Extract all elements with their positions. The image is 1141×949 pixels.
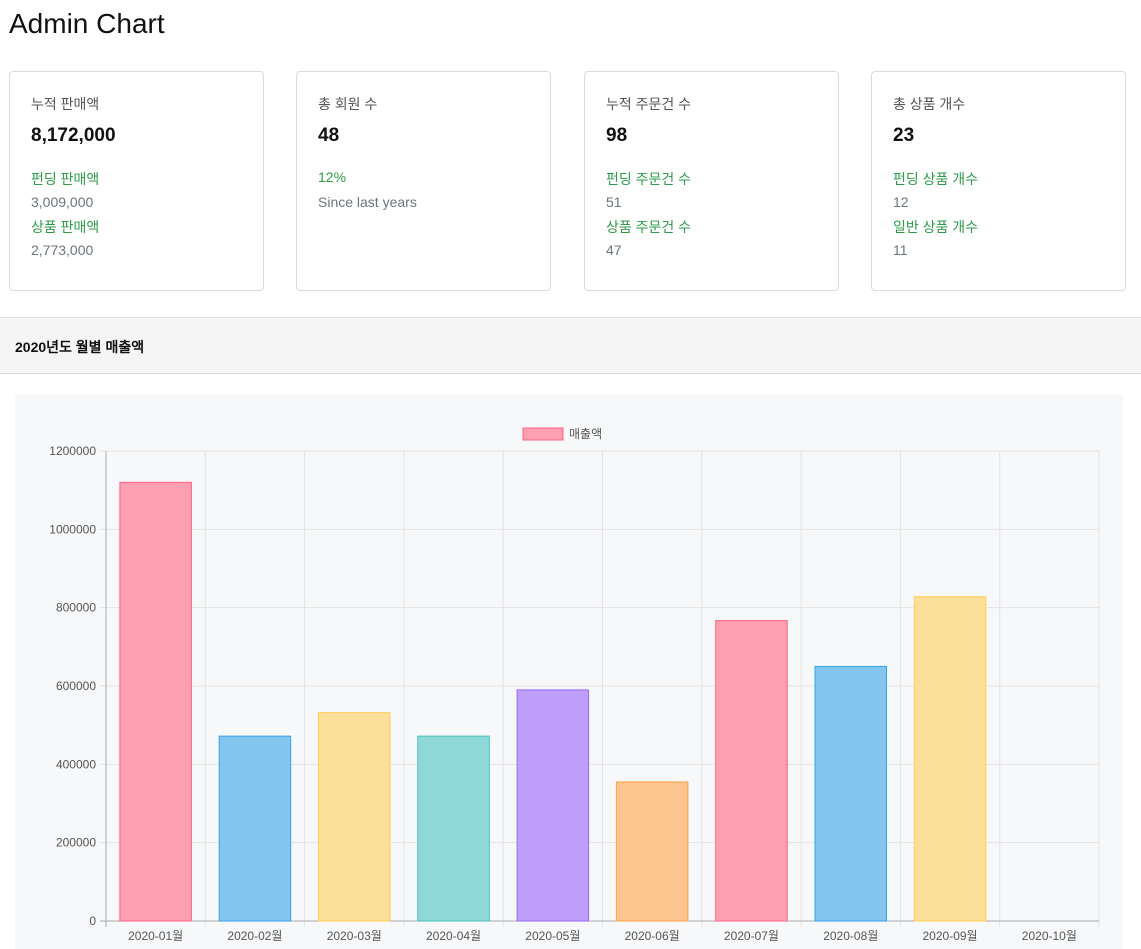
bar: [814, 665, 887, 922]
x-tick-label: 2020-07월: [724, 929, 779, 943]
bar: [715, 620, 788, 922]
y-tick-label: 1000000: [49, 522, 96, 536]
x-tick-label: 2020-03월: [327, 929, 382, 943]
y-tick-label: 800000: [56, 601, 96, 615]
x-tick-label: 2020-08월: [823, 929, 878, 943]
y-tick-label: 0: [89, 914, 96, 928]
legend-label: 매출액: [569, 427, 602, 441]
monthly-sales-bar-chart: 0 200000 400000 600000 800000 1000000 1200000 2…: [49, 427, 1100, 943]
bar: [119, 481, 192, 922]
x-tick-label: 2020-02월: [227, 929, 282, 943]
x-tick-label: 2020-06월: [625, 929, 680, 943]
bar: [615, 781, 689, 922]
y-tick-label: 600000: [56, 679, 96, 693]
bar: [218, 735, 292, 922]
y-tick-label: 1200000: [49, 444, 96, 458]
x-tick-label: 2020-04월: [426, 929, 481, 943]
bar: [318, 712, 391, 922]
x-tick-label: 2020-01월: [128, 929, 183, 943]
y-tick-label: 200000: [56, 836, 96, 850]
x-tick-label: 2020-05월: [525, 929, 580, 943]
x-tick-label: 2020-10월: [1022, 929, 1077, 943]
x-tick-label: 2020-09월: [923, 929, 978, 943]
bar: [417, 735, 490, 922]
bar: [516, 689, 590, 922]
legend-swatch: [522, 427, 564, 441]
bar: [913, 596, 987, 922]
y-tick-label: 400000: [56, 757, 96, 771]
